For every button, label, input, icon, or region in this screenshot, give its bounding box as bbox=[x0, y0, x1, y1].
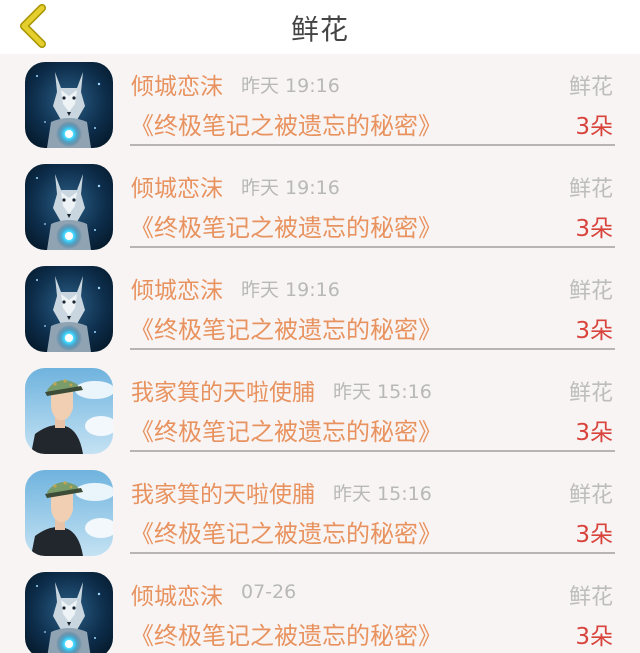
divider bbox=[130, 450, 615, 452]
gift-type-label: 鲜花 bbox=[568, 585, 613, 610]
flower-record-row[interactable]: 倾城恋沫 昨天 19:16 鲜花 《终极笔记之被遗忘的秘密》 3朵 bbox=[0, 54, 640, 156]
man-avatar-image bbox=[25, 470, 113, 556]
wolf-avatar-image bbox=[25, 62, 113, 148]
avatar[interactable] bbox=[25, 470, 113, 556]
divider bbox=[130, 348, 615, 350]
avatar[interactable] bbox=[25, 266, 113, 352]
wolf-avatar-image bbox=[25, 572, 113, 653]
gift-type-label: 鲜花 bbox=[568, 279, 613, 304]
flower-record-row[interactable]: 倾城恋沫 昨天 19:16 鲜花 《终极笔记之被遗忘的秘密》 3朵 bbox=[0, 156, 640, 258]
flower-record-row[interactable]: 我家箕的天啦使脯 昨天 15:16 鲜花 《终极笔记之被遗忘的秘密》 3朵 bbox=[0, 360, 640, 462]
send-time: 07-26 bbox=[241, 581, 297, 603]
wolf-avatar-image bbox=[25, 164, 113, 250]
avatar[interactable] bbox=[25, 164, 113, 250]
flower-record-list: 倾城恋沫 昨天 19:16 鲜花 《终极笔记之被遗忘的秘密》 3朵 倾城恋沫 昨… bbox=[0, 54, 640, 653]
avatar[interactable] bbox=[25, 572, 113, 653]
gift-type-label: 鲜花 bbox=[568, 75, 613, 100]
send-time: 昨天 15:16 bbox=[333, 381, 432, 403]
flower-count: 3朵 bbox=[575, 114, 613, 140]
book-title[interactable]: 《终极笔记之被遗忘的秘密》 bbox=[130, 106, 442, 141]
gift-type-label: 鲜花 bbox=[568, 177, 613, 202]
book-title[interactable]: 《终极笔记之被遗忘的秘密》 bbox=[130, 310, 442, 345]
flower-count: 3朵 bbox=[575, 318, 613, 344]
send-time: 昨天 15:16 bbox=[333, 483, 432, 505]
divider bbox=[130, 552, 615, 554]
sender-name: 倾城恋沫 bbox=[131, 74, 223, 100]
sender-name: 倾城恋沫 bbox=[131, 278, 223, 304]
flower-count: 3朵 bbox=[575, 216, 613, 242]
flower-record-row[interactable]: 倾城恋沫 07-26 鲜花 《终极笔记之被遗忘的秘密》 3朵 bbox=[0, 564, 640, 653]
gift-type-label: 鲜花 bbox=[568, 483, 613, 508]
flower-count: 3朵 bbox=[575, 420, 613, 446]
sender-name: 倾城恋沫 bbox=[131, 176, 223, 202]
divider bbox=[130, 144, 615, 146]
flower-count: 3朵 bbox=[575, 522, 613, 548]
app-header: 鲜花 bbox=[0, 0, 640, 54]
wolf-avatar-image bbox=[25, 266, 113, 352]
sender-name: 我家箕的天啦使脯 bbox=[131, 482, 315, 508]
man-avatar-image bbox=[25, 368, 113, 454]
book-title[interactable]: 《终极笔记之被遗忘的秘密》 bbox=[130, 412, 442, 447]
send-time: 昨天 19:16 bbox=[241, 75, 340, 97]
flower-record-row[interactable]: 我家箕的天啦使脯 昨天 15:16 鲜花 《终极笔记之被遗忘的秘密》 3朵 bbox=[0, 462, 640, 564]
flower-count: 3朵 bbox=[575, 624, 613, 650]
book-title[interactable]: 《终极笔记之被遗忘的秘密》 bbox=[130, 616, 442, 651]
gift-type-label: 鲜花 bbox=[568, 381, 613, 406]
book-title[interactable]: 《终极笔记之被遗忘的秘密》 bbox=[130, 208, 442, 243]
send-time: 昨天 19:16 bbox=[241, 177, 340, 199]
flower-record-row[interactable]: 倾城恋沫 昨天 19:16 鲜花 《终极笔记之被遗忘的秘密》 3朵 bbox=[0, 258, 640, 360]
send-time: 昨天 19:16 bbox=[241, 279, 340, 301]
avatar[interactable] bbox=[25, 368, 113, 454]
sender-name: 我家箕的天啦使脯 bbox=[131, 380, 315, 406]
sender-name: 倾城恋沫 bbox=[131, 584, 223, 610]
page-title: 鲜花 bbox=[290, 13, 349, 46]
book-title[interactable]: 《终极笔记之被遗忘的秘密》 bbox=[130, 514, 442, 549]
avatar[interactable] bbox=[25, 62, 113, 148]
divider bbox=[130, 246, 615, 248]
